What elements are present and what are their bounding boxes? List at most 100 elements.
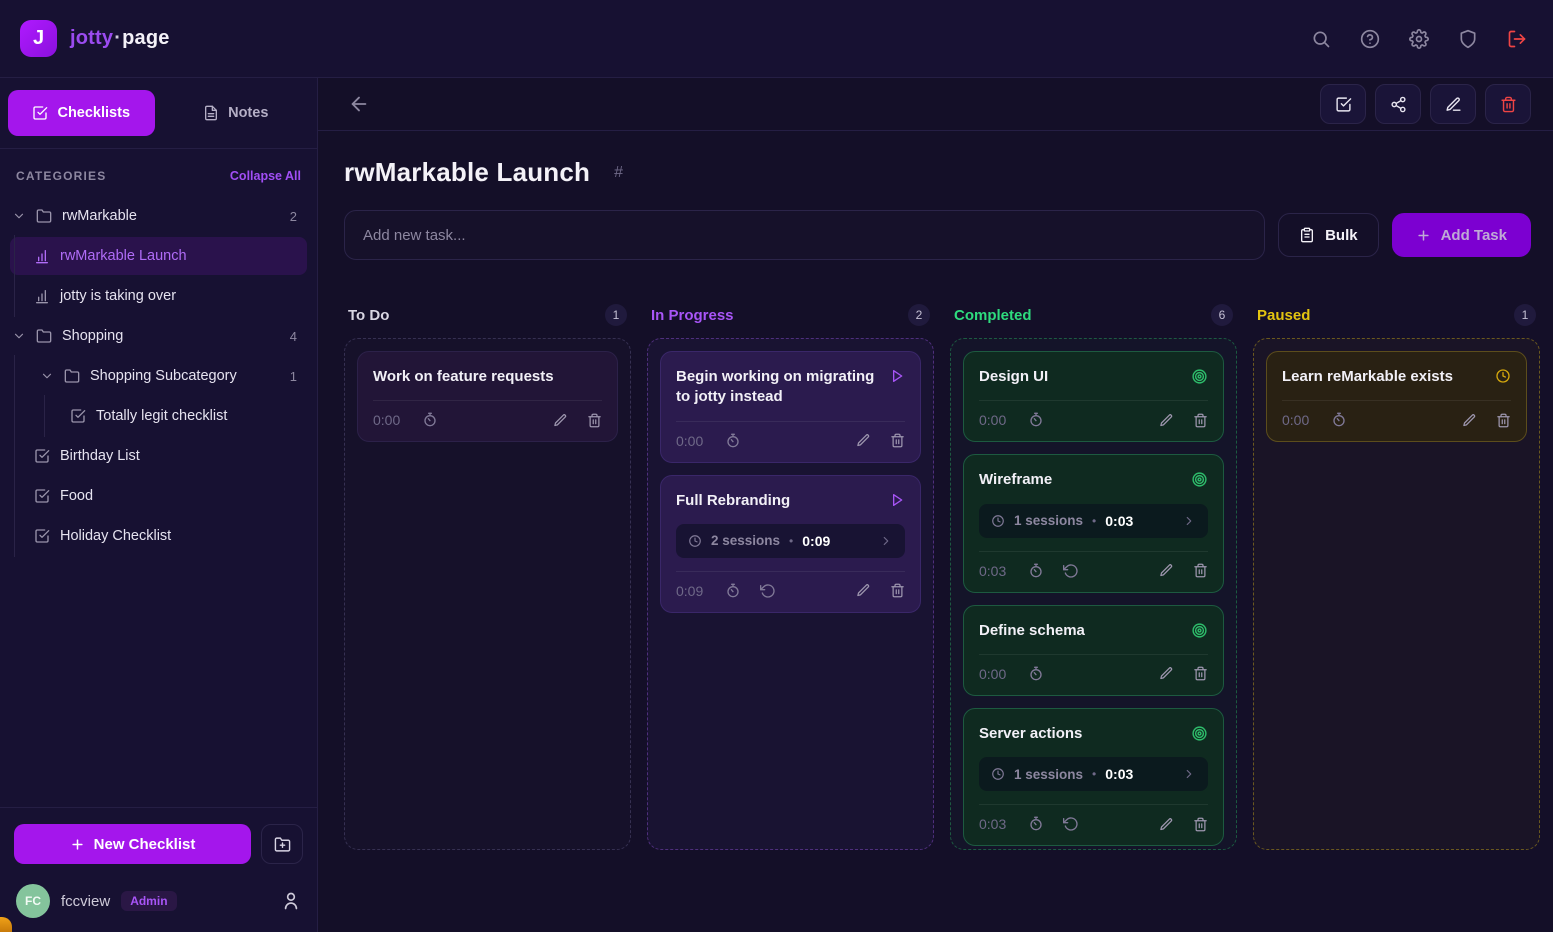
sidebar-item-totally-legit-checklist[interactable]: Totally legit checklist xyxy=(10,397,307,435)
help-icon[interactable] xyxy=(1360,29,1380,49)
task-card[interactable]: Wireframe1 sessions•0:030:03 xyxy=(963,454,1224,592)
add-category-button[interactable] xyxy=(261,824,303,864)
completed-target-icon xyxy=(1191,622,1208,639)
column-count-badge: 1 xyxy=(605,304,627,326)
sidebar-category-rwmarkable[interactable]: rwMarkable2 xyxy=(10,197,307,235)
sidebar-item-holiday-checklist[interactable]: Holiday Checklist xyxy=(10,517,307,555)
hash-icon[interactable]: # xyxy=(614,164,623,182)
task-card[interactable]: Define schema0:00 xyxy=(963,605,1224,696)
sidebar-item-birthday-list[interactable]: Birthday List xyxy=(10,437,307,475)
sessions-row[interactable]: 2 sessions•0:09 xyxy=(676,524,905,558)
timer-icon[interactable] xyxy=(422,412,438,428)
column-body: Work on feature requests0:00 xyxy=(344,338,631,850)
sidebar-item-jotty-is-taking-over[interactable]: jotty is taking over xyxy=(10,277,307,315)
reset-timer-icon[interactable] xyxy=(1063,816,1079,832)
add-task-button[interactable]: Add Task xyxy=(1392,213,1531,257)
task-card[interactable]: Learn reMarkable exists0:00 xyxy=(1266,351,1527,442)
folder-icon xyxy=(64,368,80,384)
file-text-icon xyxy=(203,105,219,121)
column-header: In Progress2 xyxy=(647,304,934,326)
timer-icon[interactable] xyxy=(1028,563,1044,579)
delete-task-icon[interactable] xyxy=(890,583,905,598)
delete-task-icon[interactable] xyxy=(1193,563,1208,578)
edit-button[interactable] xyxy=(1430,84,1476,124)
reset-timer-icon[interactable] xyxy=(760,583,776,599)
app-root: J jotty·page Checklists Notes CATEGORIES… xyxy=(0,0,1553,932)
timer-icon[interactable] xyxy=(725,433,741,449)
timer-icon[interactable] xyxy=(725,583,741,599)
task-card[interactable]: Begin working on migrating to jotty inst… xyxy=(660,351,921,463)
divider xyxy=(979,804,1208,805)
sidebar-category-shopping[interactable]: Shopping4 xyxy=(10,317,307,355)
task-card[interactable]: Work on feature requests0:00 xyxy=(357,351,618,442)
delete-button[interactable] xyxy=(1485,84,1531,124)
column-count-badge: 6 xyxy=(1211,304,1233,326)
delete-task-icon[interactable] xyxy=(1193,817,1208,832)
completed-target-icon xyxy=(1191,368,1208,385)
edit-task-icon[interactable] xyxy=(856,583,871,598)
role-badge: Admin xyxy=(121,891,176,911)
delete-task-icon[interactable] xyxy=(1193,413,1208,428)
task-card[interactable]: Full Rebranding2 sessions•0:090:09 xyxy=(660,475,921,613)
settings-gear-icon[interactable] xyxy=(1409,29,1429,49)
board-column-completed: Completed6Design UI0:00Wireframe1 sessio… xyxy=(950,304,1237,850)
sidebar-item-rwmarkable-launch[interactable]: rwMarkable Launch xyxy=(10,237,307,275)
share-icon xyxy=(1390,96,1407,113)
folder-plus-icon xyxy=(274,836,291,853)
tab-notes[interactable]: Notes xyxy=(163,90,310,136)
delete-task-icon[interactable] xyxy=(587,413,602,428)
share-button[interactable] xyxy=(1375,84,1421,124)
categories-header: CATEGORIES Collapse All xyxy=(0,149,317,191)
task-title: Server actions xyxy=(979,724,1181,744)
play-icon[interactable] xyxy=(889,492,905,508)
delete-task-icon[interactable] xyxy=(1496,413,1511,428)
delete-task-icon[interactable] xyxy=(890,433,905,448)
sessions-row[interactable]: 1 sessions•0:03 xyxy=(979,504,1208,538)
search-icon[interactable] xyxy=(1311,29,1331,49)
reset-timer-icon[interactable] xyxy=(1063,563,1079,579)
timer-icon[interactable] xyxy=(1331,412,1347,428)
bar-chart-icon xyxy=(34,288,50,304)
edit-task-icon[interactable] xyxy=(553,413,568,428)
username: fccview xyxy=(61,893,110,910)
user-profile-icon[interactable] xyxy=(281,891,301,911)
app-logo[interactable]: J xyxy=(20,20,57,57)
edit-task-icon[interactable] xyxy=(1462,413,1477,428)
tab-checklists[interactable]: Checklists xyxy=(8,90,155,136)
edit-task-icon[interactable] xyxy=(1159,666,1174,681)
timer-icon[interactable] xyxy=(1028,666,1044,682)
edit-task-icon[interactable] xyxy=(856,433,871,448)
back-arrow-icon[interactable] xyxy=(348,93,370,115)
select-tasks-button[interactable] xyxy=(1320,84,1366,124)
brand-separator: · xyxy=(113,27,122,49)
edit-task-icon[interactable] xyxy=(1159,817,1174,832)
bulk-label: Bulk xyxy=(1325,227,1358,244)
task-card[interactable]: Design UI0:00 xyxy=(963,351,1224,442)
play-icon[interactable] xyxy=(889,368,905,384)
brand-name: jotty·page xyxy=(70,27,170,50)
timer-icon[interactable] xyxy=(1028,816,1044,832)
completed-target-icon xyxy=(1191,725,1208,742)
clock-icon xyxy=(991,514,1005,528)
logout-icon[interactable] xyxy=(1507,29,1527,49)
add-task-input[interactable] xyxy=(344,210,1265,260)
sidebar-category-shopping-subcategory[interactable]: Shopping Subcategory1 xyxy=(10,357,307,395)
edit-task-icon[interactable] xyxy=(1159,413,1174,428)
column-count-badge: 1 xyxy=(1514,304,1536,326)
shield-icon[interactable] xyxy=(1458,29,1478,49)
sidebar-item-food[interactable]: Food xyxy=(10,477,307,515)
delete-task-icon[interactable] xyxy=(1193,666,1208,681)
list-label: jotty is taking over xyxy=(60,288,176,304)
check-square-icon xyxy=(34,528,50,544)
task-footer: 0:03 xyxy=(979,816,1208,832)
sessions-row[interactable]: 1 sessions•0:03 xyxy=(979,757,1208,791)
collapse-all-button[interactable]: Collapse All xyxy=(230,169,301,183)
task-title: Full Rebranding xyxy=(676,491,879,511)
edit-task-icon[interactable] xyxy=(1159,563,1174,578)
timer-icon[interactable] xyxy=(1028,412,1044,428)
task-time: 0:00 xyxy=(676,433,706,449)
column-label: To Do xyxy=(348,307,389,324)
new-checklist-button[interactable]: New Checklist xyxy=(14,824,251,864)
task-card[interactable]: Server actions 1 sessions•0:03 0:03 xyxy=(963,708,1224,846)
bulk-button[interactable]: Bulk xyxy=(1278,213,1379,257)
